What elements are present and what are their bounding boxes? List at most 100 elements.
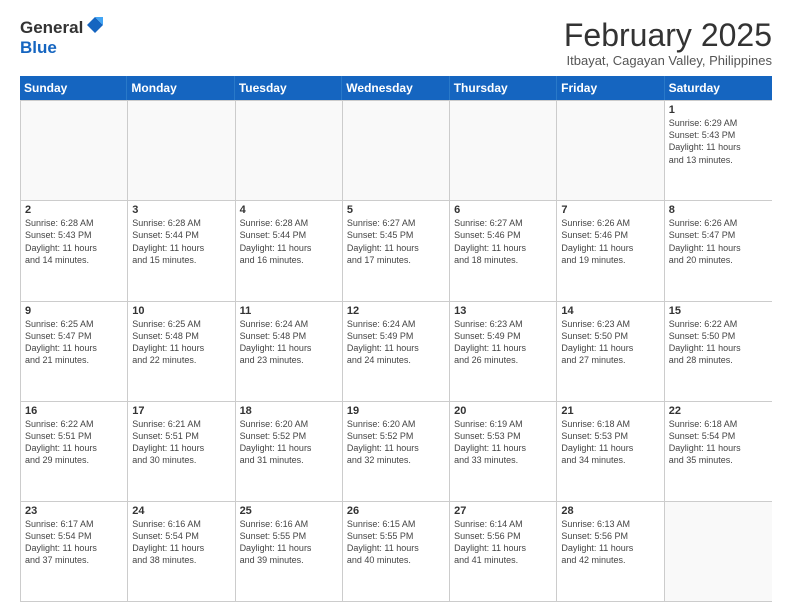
- weekday-header: Wednesday: [342, 76, 449, 100]
- day-number: 21: [561, 405, 659, 417]
- weekday-header: Tuesday: [235, 76, 342, 100]
- month-year: February 2025: [564, 18, 772, 53]
- calendar-cell: [665, 502, 772, 601]
- day-info: Sunrise: 6:14 AM Sunset: 5:56 PM Dayligh…: [454, 518, 552, 567]
- page: General Blue February 2025 Itbayat, Caga…: [0, 0, 792, 612]
- day-number: 12: [347, 305, 445, 317]
- calendar-cell: 2Sunrise: 6:28 AM Sunset: 5:43 PM Daylig…: [21, 201, 128, 300]
- day-number: 28: [561, 505, 659, 517]
- day-number: 23: [25, 505, 123, 517]
- calendar-cell: 19Sunrise: 6:20 AM Sunset: 5:52 PM Dayli…: [343, 402, 450, 501]
- day-info: Sunrise: 6:19 AM Sunset: 5:53 PM Dayligh…: [454, 418, 552, 467]
- day-number: 13: [454, 305, 552, 317]
- location: Itbayat, Cagayan Valley, Philippines: [564, 53, 772, 68]
- day-number: 7: [561, 204, 659, 216]
- calendar-cell: 14Sunrise: 6:23 AM Sunset: 5:50 PM Dayli…: [557, 302, 664, 401]
- logo-icon: [87, 17, 103, 33]
- calendar-header: SundayMondayTuesdayWednesdayThursdayFrid…: [20, 76, 772, 100]
- calendar: SundayMondayTuesdayWednesdayThursdayFrid…: [20, 76, 772, 602]
- day-info: Sunrise: 6:25 AM Sunset: 5:48 PM Dayligh…: [132, 318, 230, 367]
- calendar-cell: 18Sunrise: 6:20 AM Sunset: 5:52 PM Dayli…: [236, 402, 343, 501]
- calendar-cell: 22Sunrise: 6:18 AM Sunset: 5:54 PM Dayli…: [665, 402, 772, 501]
- day-number: 6: [454, 204, 552, 216]
- calendar-cell: [557, 101, 664, 200]
- calendar-row: 23Sunrise: 6:17 AM Sunset: 5:54 PM Dayli…: [21, 501, 772, 601]
- day-number: 19: [347, 405, 445, 417]
- day-number: 24: [132, 505, 230, 517]
- weekday-header: Friday: [557, 76, 664, 100]
- calendar-cell: 24Sunrise: 6:16 AM Sunset: 5:54 PM Dayli…: [128, 502, 235, 601]
- day-number: 5: [347, 204, 445, 216]
- day-info: Sunrise: 6:26 AM Sunset: 5:47 PM Dayligh…: [669, 217, 768, 266]
- weekday-header: Sunday: [20, 76, 127, 100]
- calendar-cell: 28Sunrise: 6:13 AM Sunset: 5:56 PM Dayli…: [557, 502, 664, 601]
- calendar-cell: 5Sunrise: 6:27 AM Sunset: 5:45 PM Daylig…: [343, 201, 450, 300]
- calendar-cell: 7Sunrise: 6:26 AM Sunset: 5:46 PM Daylig…: [557, 201, 664, 300]
- day-number: 2: [25, 204, 123, 216]
- calendar-cell: [343, 101, 450, 200]
- day-number: 20: [454, 405, 552, 417]
- calendar-cell: [236, 101, 343, 200]
- calendar-cell: 13Sunrise: 6:23 AM Sunset: 5:49 PM Dayli…: [450, 302, 557, 401]
- calendar-row: 1Sunrise: 6:29 AM Sunset: 5:43 PM Daylig…: [21, 100, 772, 200]
- day-info: Sunrise: 6:29 AM Sunset: 5:43 PM Dayligh…: [669, 117, 768, 166]
- weekday-header: Thursday: [450, 76, 557, 100]
- calendar-row: 16Sunrise: 6:22 AM Sunset: 5:51 PM Dayli…: [21, 401, 772, 501]
- header: General Blue February 2025 Itbayat, Caga…: [20, 18, 772, 68]
- logo-blue: Blue: [20, 38, 57, 57]
- day-info: Sunrise: 6:28 AM Sunset: 5:44 PM Dayligh…: [240, 217, 338, 266]
- day-info: Sunrise: 6:24 AM Sunset: 5:48 PM Dayligh…: [240, 318, 338, 367]
- day-number: 11: [240, 305, 338, 317]
- day-info: Sunrise: 6:22 AM Sunset: 5:50 PM Dayligh…: [669, 318, 768, 367]
- day-number: 8: [669, 204, 768, 216]
- day-info: Sunrise: 6:20 AM Sunset: 5:52 PM Dayligh…: [240, 418, 338, 467]
- day-number: 3: [132, 204, 230, 216]
- calendar-cell: 1Sunrise: 6:29 AM Sunset: 5:43 PM Daylig…: [665, 101, 772, 200]
- calendar-row: 2Sunrise: 6:28 AM Sunset: 5:43 PM Daylig…: [21, 200, 772, 300]
- calendar-cell: 17Sunrise: 6:21 AM Sunset: 5:51 PM Dayli…: [128, 402, 235, 501]
- calendar-cell: 27Sunrise: 6:14 AM Sunset: 5:56 PM Dayli…: [450, 502, 557, 601]
- calendar-row: 9Sunrise: 6:25 AM Sunset: 5:47 PM Daylig…: [21, 301, 772, 401]
- day-number: 10: [132, 305, 230, 317]
- day-info: Sunrise: 6:21 AM Sunset: 5:51 PM Dayligh…: [132, 418, 230, 467]
- day-number: 9: [25, 305, 123, 317]
- calendar-cell: 12Sunrise: 6:24 AM Sunset: 5:49 PM Dayli…: [343, 302, 450, 401]
- weekday-header: Monday: [127, 76, 234, 100]
- day-info: Sunrise: 6:15 AM Sunset: 5:55 PM Dayligh…: [347, 518, 445, 567]
- calendar-cell: [128, 101, 235, 200]
- day-info: Sunrise: 6:22 AM Sunset: 5:51 PM Dayligh…: [25, 418, 123, 467]
- calendar-cell: 6Sunrise: 6:27 AM Sunset: 5:46 PM Daylig…: [450, 201, 557, 300]
- day-number: 27: [454, 505, 552, 517]
- day-info: Sunrise: 6:18 AM Sunset: 5:53 PM Dayligh…: [561, 418, 659, 467]
- day-info: Sunrise: 6:20 AM Sunset: 5:52 PM Dayligh…: [347, 418, 445, 467]
- calendar-cell: 8Sunrise: 6:26 AM Sunset: 5:47 PM Daylig…: [665, 201, 772, 300]
- day-info: Sunrise: 6:27 AM Sunset: 5:45 PM Dayligh…: [347, 217, 445, 266]
- logo: General Blue: [20, 18, 103, 58]
- calendar-cell: 4Sunrise: 6:28 AM Sunset: 5:44 PM Daylig…: [236, 201, 343, 300]
- day-number: 4: [240, 204, 338, 216]
- day-info: Sunrise: 6:23 AM Sunset: 5:50 PM Dayligh…: [561, 318, 659, 367]
- calendar-cell: [21, 101, 128, 200]
- calendar-cell: 16Sunrise: 6:22 AM Sunset: 5:51 PM Dayli…: [21, 402, 128, 501]
- title-area: February 2025 Itbayat, Cagayan Valley, P…: [564, 18, 772, 68]
- day-info: Sunrise: 6:17 AM Sunset: 5:54 PM Dayligh…: [25, 518, 123, 567]
- day-number: 25: [240, 505, 338, 517]
- day-info: Sunrise: 6:13 AM Sunset: 5:56 PM Dayligh…: [561, 518, 659, 567]
- calendar-cell: 20Sunrise: 6:19 AM Sunset: 5:53 PM Dayli…: [450, 402, 557, 501]
- day-info: Sunrise: 6:23 AM Sunset: 5:49 PM Dayligh…: [454, 318, 552, 367]
- day-info: Sunrise: 6:24 AM Sunset: 5:49 PM Dayligh…: [347, 318, 445, 367]
- day-number: 22: [669, 405, 768, 417]
- day-info: Sunrise: 6:25 AM Sunset: 5:47 PM Dayligh…: [25, 318, 123, 367]
- logo-general: General: [20, 18, 83, 38]
- day-info: Sunrise: 6:16 AM Sunset: 5:55 PM Dayligh…: [240, 518, 338, 567]
- calendar-cell: 25Sunrise: 6:16 AM Sunset: 5:55 PM Dayli…: [236, 502, 343, 601]
- day-info: Sunrise: 6:27 AM Sunset: 5:46 PM Dayligh…: [454, 217, 552, 266]
- weekday-header: Saturday: [665, 76, 772, 100]
- calendar-cell: 23Sunrise: 6:17 AM Sunset: 5:54 PM Dayli…: [21, 502, 128, 601]
- calendar-cell: 26Sunrise: 6:15 AM Sunset: 5:55 PM Dayli…: [343, 502, 450, 601]
- day-number: 18: [240, 405, 338, 417]
- calendar-cell: 11Sunrise: 6:24 AM Sunset: 5:48 PM Dayli…: [236, 302, 343, 401]
- day-number: 14: [561, 305, 659, 317]
- calendar-cell: 3Sunrise: 6:28 AM Sunset: 5:44 PM Daylig…: [128, 201, 235, 300]
- day-info: Sunrise: 6:28 AM Sunset: 5:44 PM Dayligh…: [132, 217, 230, 266]
